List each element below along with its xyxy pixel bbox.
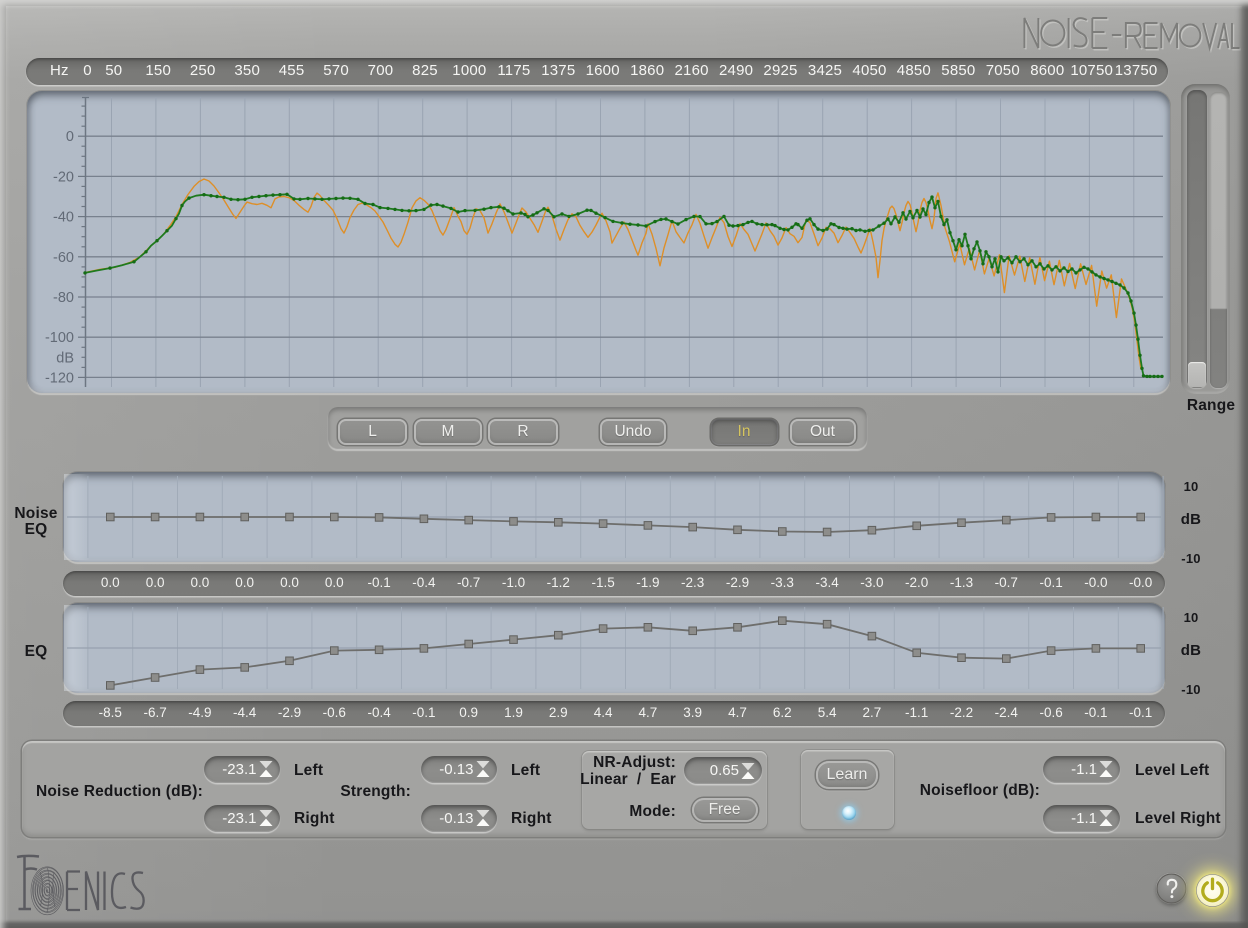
- svg-text:-120: -120: [45, 370, 74, 386]
- svg-text:-60: -60: [53, 250, 74, 266]
- svg-text:0: 0: [66, 129, 74, 145]
- svg-text:-40: -40: [53, 210, 74, 226]
- svg-text:dB: dB: [56, 350, 74, 366]
- svg-text:-80: -80: [53, 290, 74, 306]
- svg-text:-20: -20: [53, 169, 74, 185]
- svg-text:-100: -100: [45, 330, 74, 346]
